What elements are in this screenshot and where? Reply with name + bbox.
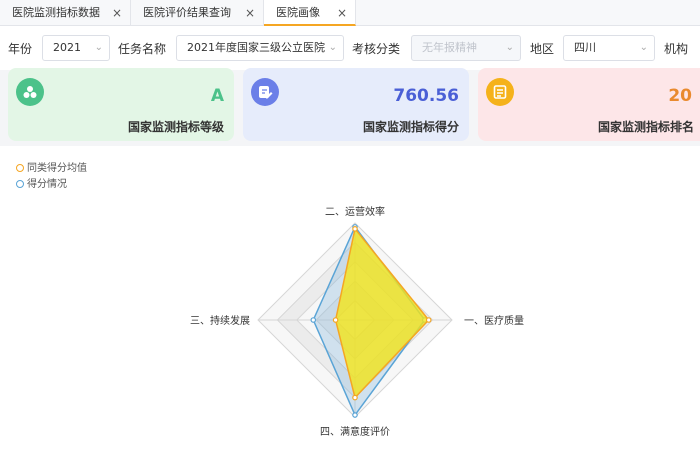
- grade-value: A: [210, 86, 224, 106]
- rank-card: 20 国家监测指标排名: [478, 68, 700, 141]
- filter-bar: 年份 2021 ⌄ 任务名称 2021年度国家三级公立医院 ⌄ 考核分类 无年报…: [0, 26, 700, 70]
- region-select[interactable]: 四川 ⌄: [563, 35, 655, 61]
- radar-point: [352, 226, 358, 232]
- tab-label: 医院评价结果查询: [143, 6, 231, 19]
- radar-indicator-label: 三、持续发展: [190, 314, 250, 327]
- score-caption: 国家监测指标得分: [362, 120, 459, 134]
- grade-caption: 国家监测指标等级: [127, 120, 224, 134]
- radar-point: [332, 317, 339, 323]
- tab-label: 医院画像: [276, 6, 320, 19]
- category-label: 考核分类: [352, 42, 401, 56]
- tab-monitor-data[interactable]: 医院监测指标数据 ×: [0, 0, 131, 26]
- cluster-dots-icon: [16, 78, 44, 106]
- region-label: 地区: [530, 42, 555, 56]
- category-select[interactable]: 无年报精神 ⌄: [411, 35, 521, 61]
- category-placeholder: 无年报精神: [422, 41, 477, 54]
- radar-chart: 一、医疗质量 二、运营效率三、持续发展四、满意度评价: [190, 205, 524, 438]
- chevron-down-icon: ⌄: [639, 42, 648, 53]
- tab-hospital-profile[interactable]: 医院画像 ×: [264, 0, 356, 26]
- org-label: 机构: [664, 42, 689, 56]
- tab-bar: 医院监测指标数据 × 医院评价结果查询 × 医院画像 ×: [0, 0, 700, 26]
- task-select[interactable]: 2021年度国家三级公立医院 ⌄: [176, 35, 344, 61]
- radar-indicator-label: 四、满意度评价: [320, 425, 390, 438]
- edit-note-icon: [251, 78, 279, 106]
- region-value: 四川: [574, 41, 596, 54]
- radar-indicator-label: 一、医疗质量: [464, 314, 524, 327]
- radar-point: [352, 394, 358, 401]
- radar-indicator-label: 二、运营效率: [325, 205, 385, 218]
- task-value: 2021年度国家三级公立医院: [187, 41, 325, 54]
- year-value: 2021: [53, 41, 81, 54]
- radar-point: [352, 412, 358, 418]
- close-icon[interactable]: ×: [337, 0, 347, 26]
- chevron-down-icon: ⌄: [94, 42, 103, 53]
- tab-label: 医院监测指标数据: [12, 6, 100, 19]
- score-value: 760.56: [393, 86, 459, 106]
- rank-caption: 国家监测指标排名: [597, 120, 694, 134]
- chevron-down-icon: ⌄: [505, 42, 514, 53]
- radar-point: [310, 317, 317, 323]
- rank-value: 20: [668, 86, 692, 106]
- document-list-icon: [486, 78, 514, 106]
- task-label: 任务名称: [118, 42, 167, 56]
- radar-panel: 同类得分均值 得分情况 一、医疗质量 二、运营效率 三、持续发展 四、满意度评价: [0, 146, 700, 461]
- tab-evaluation-query[interactable]: 医院评价结果查询 ×: [131, 0, 264, 26]
- score-card: 760.56 国家监测指标得分: [243, 68, 469, 141]
- close-icon[interactable]: ×: [112, 0, 122, 26]
- grade-card: A 国家监测指标等级: [8, 68, 234, 141]
- radar-point: [425, 317, 432, 323]
- year-select[interactable]: 2021 ⌄: [42, 35, 110, 61]
- year-label: 年份: [8, 42, 33, 56]
- close-icon[interactable]: ×: [245, 0, 255, 26]
- chevron-down-icon: ⌄: [328, 42, 337, 53]
